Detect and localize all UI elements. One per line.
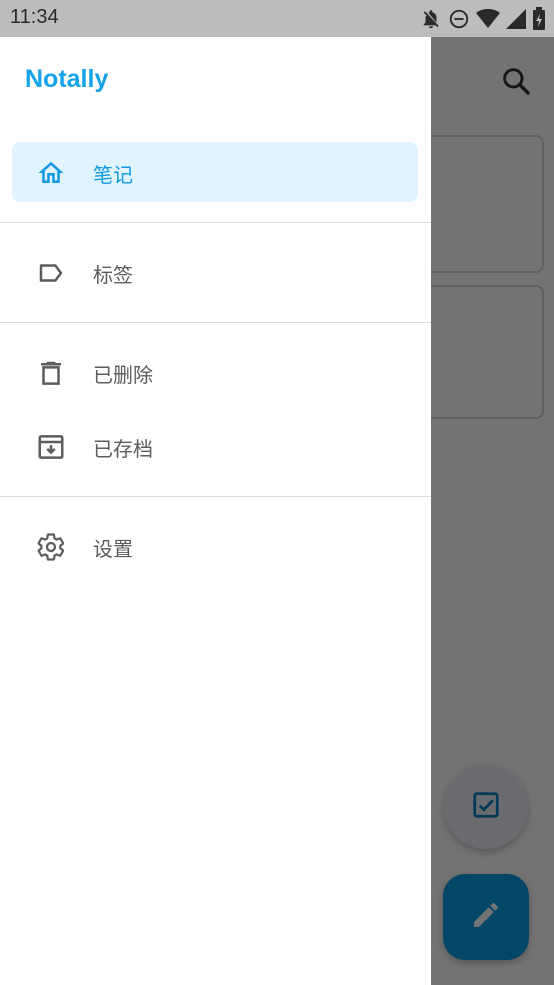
home-icon	[36, 158, 66, 188]
nav-item-settings[interactable]: 设置	[12, 516, 418, 576]
status-icons	[420, 7, 546, 31]
do-not-disturb-icon	[448, 8, 470, 30]
nav-item-label: 笔记	[93, 163, 133, 187]
nav-item-deleted[interactable]: 已删除	[12, 342, 418, 402]
navigation-drawer: Notally 笔记 标签 已删除 已存档 设置	[0, 37, 431, 985]
status-bar: 11:34	[0, 0, 554, 37]
nav-item-archived[interactable]: 已存档	[12, 416, 418, 476]
archive-icon	[36, 432, 66, 462]
signal-icon	[506, 9, 526, 29]
divider	[0, 222, 431, 223]
wifi-icon	[476, 8, 500, 30]
battery-icon	[532, 7, 546, 31]
nav-item-label: 标签	[93, 263, 133, 287]
nav-item-labels[interactable]: 标签	[12, 242, 418, 302]
trash-icon	[36, 358, 66, 388]
notifications-off-icon	[420, 8, 442, 30]
nav-item-label: 设置	[93, 537, 133, 561]
status-time: 11:34	[10, 6, 59, 28]
divider	[0, 496, 431, 497]
nav-item-label: 已存档	[93, 437, 153, 461]
nav-item-notes[interactable]: 笔记	[12, 142, 418, 202]
app-title: Notally	[25, 65, 109, 93]
screen: 11:34 Notally 笔记 标签 已删除 已存档 设置	[0, 0, 554, 985]
nav-item-label: 已删除	[93, 363, 153, 387]
divider	[0, 322, 431, 323]
gear-icon	[36, 532, 66, 562]
label-icon	[36, 258, 66, 288]
